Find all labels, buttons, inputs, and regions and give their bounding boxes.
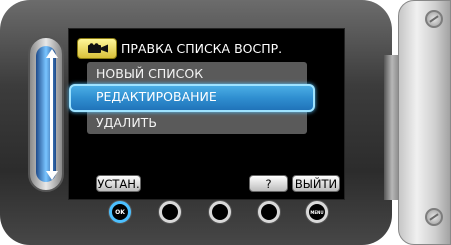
arrow-down-icon	[46, 171, 58, 180]
scroll-slider-track[interactable]	[36, 46, 56, 182]
page-title: ПРАВКА СПИСКА ВОСПР.	[121, 41, 283, 56]
arrow-up-icon	[46, 49, 58, 58]
set-button[interactable]: УСТАН.	[96, 175, 141, 192]
screw-icon	[425, 208, 443, 226]
side-panel	[398, 0, 451, 245]
menu-item-label: РЕДАКТИРОВАНИЕ	[96, 89, 217, 104]
ok-label: OK	[115, 209, 125, 216]
menu-item-edit-selected[interactable]: РЕДАКТИРОВАНИЕ	[69, 84, 315, 112]
screw-icon	[425, 10, 443, 28]
menu-item-delete[interactable]: УДАЛИТЬ	[96, 114, 157, 132]
hardware-button-2[interactable]	[159, 201, 181, 223]
help-button[interactable]: ?	[249, 175, 288, 192]
arrow-shaft	[50, 58, 53, 171]
menu-label: MENU	[310, 210, 324, 215]
hardware-button-3[interactable]	[209, 201, 231, 223]
hardware-button-4[interactable]	[258, 201, 280, 223]
menu-button[interactable]: MENU	[306, 201, 328, 223]
ok-button[interactable]: OK	[109, 201, 131, 223]
exit-button[interactable]: ВЫЙТИ	[292, 175, 340, 192]
menu-item-new-list[interactable]: НОВЫЙ СПИСОК	[96, 65, 203, 83]
video-camera-icon	[88, 43, 108, 53]
